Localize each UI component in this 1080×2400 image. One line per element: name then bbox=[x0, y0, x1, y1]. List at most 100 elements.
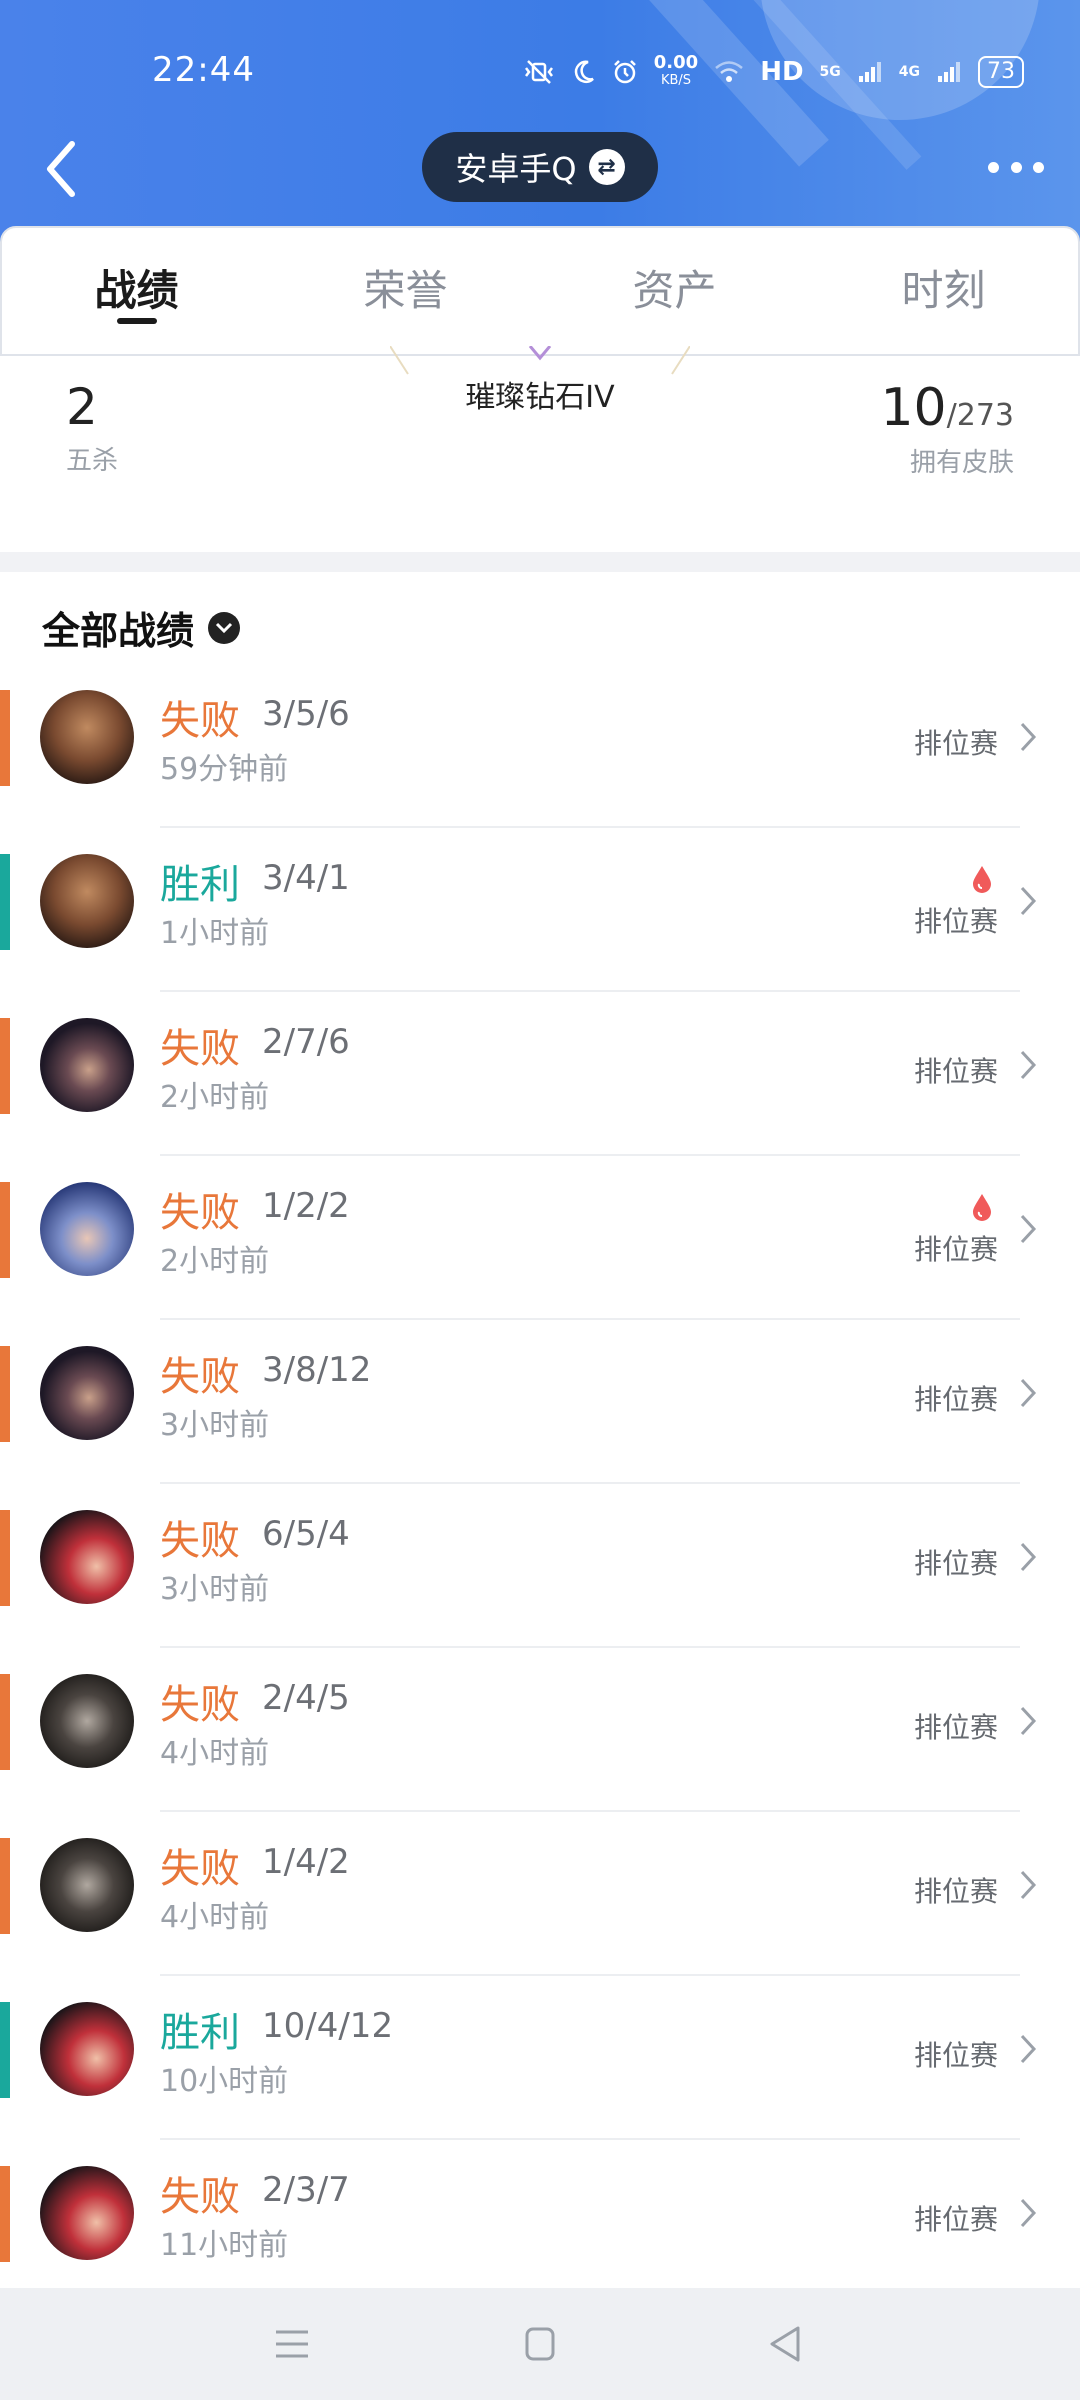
champion-miss-fortune-avatar bbox=[40, 2002, 134, 2096]
alarm-icon bbox=[613, 60, 636, 84]
champion-ashe-avatar bbox=[40, 1182, 134, 1276]
match-list: 失败 3/5/6 59分钟前 排位赛 胜利 3/4/1 1小时前 排位赛 失败 … bbox=[0, 664, 1080, 2304]
match-kda: 2/3/7 bbox=[262, 2170, 350, 2210]
match-kda: 1/2/2 bbox=[262, 1186, 350, 1226]
skins-stat[interactable]: 10/273 拥有皮肤 bbox=[880, 378, 1014, 479]
result-indicator-bar bbox=[0, 2166, 10, 2262]
match-time-ago: 2小时前 bbox=[160, 1244, 270, 1279]
match-kda: 3/8/12 bbox=[262, 1350, 372, 1390]
match-row[interactable]: 失败 3/8/12 3小时前 排位赛 bbox=[0, 1320, 1080, 1484]
chevron-right-icon bbox=[1020, 1870, 1037, 1900]
match-mode: 排位赛 bbox=[913, 1055, 998, 1088]
match-result: 失败 bbox=[160, 1846, 240, 1892]
menu-icon[interactable] bbox=[262, 2318, 322, 2370]
tab-honor[interactable]: 荣誉 bbox=[271, 228, 540, 354]
match-row[interactable]: 失败 6/5/4 3小时前 排位赛 bbox=[0, 1484, 1080, 1648]
home-icon[interactable] bbox=[510, 2318, 570, 2370]
result-indicator-bar bbox=[0, 1182, 10, 1278]
match-mode: 排位赛 bbox=[913, 1233, 998, 1266]
match-mode: 排位赛 bbox=[913, 727, 998, 760]
match-row[interactable]: 失败 2/3/7 11小时前 排位赛 bbox=[0, 2140, 1080, 2304]
match-row[interactable]: 胜利 10/4/12 10小时前 排位赛 bbox=[0, 1976, 1080, 2140]
skins-total: /273 bbox=[946, 398, 1014, 433]
match-result: 失败 bbox=[160, 2174, 240, 2220]
match-result: 失败 bbox=[160, 1026, 240, 1072]
status-time: 22:44 bbox=[152, 50, 255, 90]
match-row[interactable]: 失败 1/2/2 2小时前 排位赛 bbox=[0, 1156, 1080, 1320]
match-result: 失败 bbox=[160, 1518, 240, 1564]
skins-owned: 10 bbox=[880, 378, 947, 438]
first-blood-icon bbox=[973, 866, 991, 893]
chevron-right-icon bbox=[1020, 2034, 1037, 2064]
skins-label: 拥有皮肤 bbox=[909, 448, 1014, 478]
match-mode: 排位赛 bbox=[913, 2203, 998, 2236]
champion-masked-avatar bbox=[40, 1674, 134, 1768]
match-time-ago: 3小时前 bbox=[160, 1408, 270, 1443]
match-time-ago: 1小时前 bbox=[160, 916, 270, 951]
match-result: 失败 bbox=[160, 1682, 240, 1728]
tab-moments[interactable]: 时刻 bbox=[809, 228, 1078, 354]
more-dot bbox=[988, 161, 999, 173]
chevron-right-icon bbox=[1020, 722, 1037, 752]
account-switch-pill[interactable]: 安卓手Q ⇄ bbox=[422, 132, 658, 202]
chevron-right-icon bbox=[1020, 1378, 1037, 1408]
match-time-ago: 4小时前 bbox=[160, 1736, 270, 1771]
match-result: 胜利 bbox=[160, 862, 240, 908]
result-indicator-bar bbox=[0, 1510, 10, 1606]
match-mode: 排位赛 bbox=[913, 1711, 998, 1744]
chevron-down-icon bbox=[208, 611, 241, 644]
match-kda: 1/4/2 bbox=[262, 1842, 350, 1882]
section-title: 全部战绩 bbox=[42, 609, 195, 653]
speed-value: 0.00 bbox=[653, 52, 699, 73]
result-indicator-bar bbox=[0, 1018, 10, 1114]
rank-block[interactable]: 璀璨钻石IV bbox=[390, 346, 690, 415]
match-kda: 6/5/4 bbox=[262, 1514, 350, 1554]
status-bar: 22:44 0.00 KB/S HD 5G 4G 73 bbox=[0, 40, 1080, 100]
back-arrow-icon[interactable] bbox=[36, 134, 92, 204]
chevron-right-icon bbox=[1020, 1706, 1037, 1736]
more-dot bbox=[1033, 161, 1044, 173]
match-time-ago: 59分钟前 bbox=[160, 752, 289, 787]
nav-bar: 安卓手Q ⇄ bbox=[0, 120, 1080, 220]
vibrate-mute-icon bbox=[524, 60, 553, 84]
network-4g: 4G bbox=[898, 64, 920, 80]
champion-miss-fortune-avatar bbox=[40, 1510, 134, 1604]
match-kda: 2/7/6 bbox=[262, 1022, 350, 1062]
pentakill-count: 2 bbox=[66, 378, 98, 436]
match-row[interactable]: 胜利 3/4/1 1小时前 排位赛 bbox=[0, 828, 1080, 992]
chevron-right-icon bbox=[1020, 886, 1037, 916]
records-filter[interactable]: 全部战绩 bbox=[42, 600, 241, 655]
chevron-right-icon bbox=[1020, 1214, 1037, 1244]
champion-draven-avatar bbox=[40, 854, 134, 948]
network-speed: 0.00 KB/S bbox=[654, 54, 698, 90]
account-name: 安卓手Q bbox=[455, 150, 577, 188]
tab-record[interactable]: 战绩 bbox=[2, 228, 271, 354]
match-row[interactable]: 失败 2/4/5 4小时前 排位赛 bbox=[0, 1648, 1080, 1812]
status-icons: 0.00 KB/S HD 5G 4G 73 bbox=[522, 52, 1024, 92]
match-time-ago: 4小时前 bbox=[160, 1900, 270, 1935]
stats-summary: 2 五杀 璀璨钻石IV 10/273 拥有皮肤 bbox=[0, 346, 1080, 552]
system-nav-bar bbox=[0, 2288, 1080, 2400]
match-time-ago: 11小时前 bbox=[160, 2228, 289, 2263]
first-blood-icon bbox=[973, 1194, 991, 1221]
header: 22:44 0.00 KB/S HD 5G 4G 73 安卓手Q ⇄ bbox=[0, 0, 1080, 260]
match-kda: 10/4/12 bbox=[262, 2006, 394, 2046]
match-row[interactable]: 失败 1/4/2 4小时前 排位赛 bbox=[0, 1812, 1080, 1976]
match-row[interactable]: 失败 2/7/6 2小时前 排位赛 bbox=[0, 992, 1080, 1156]
match-result: 失败 bbox=[160, 1354, 240, 1400]
champion-masked-avatar bbox=[40, 1838, 134, 1932]
match-mode: 排位赛 bbox=[913, 1875, 998, 1908]
more-dot bbox=[1010, 161, 1022, 173]
champion-dark-hair-avatar bbox=[40, 1346, 134, 1440]
match-mode: 排位赛 bbox=[913, 2039, 998, 2072]
back-icon[interactable] bbox=[756, 2318, 816, 2370]
network-5g: 5G bbox=[819, 64, 841, 80]
match-time-ago: 3小时前 bbox=[160, 1572, 270, 1607]
swap-icon: ⇄ bbox=[588, 149, 625, 185]
pentakill-label: 五杀 bbox=[66, 446, 119, 476]
tab-bar: 战绩 荣誉 资产 时刻 bbox=[0, 226, 1080, 356]
tab-assets[interactable]: 资产 bbox=[540, 228, 809, 354]
more-options-icon[interactable] bbox=[988, 152, 1044, 182]
match-result: 失败 bbox=[160, 698, 240, 744]
match-row[interactable]: 失败 3/5/6 59分钟前 排位赛 bbox=[0, 664, 1080, 828]
